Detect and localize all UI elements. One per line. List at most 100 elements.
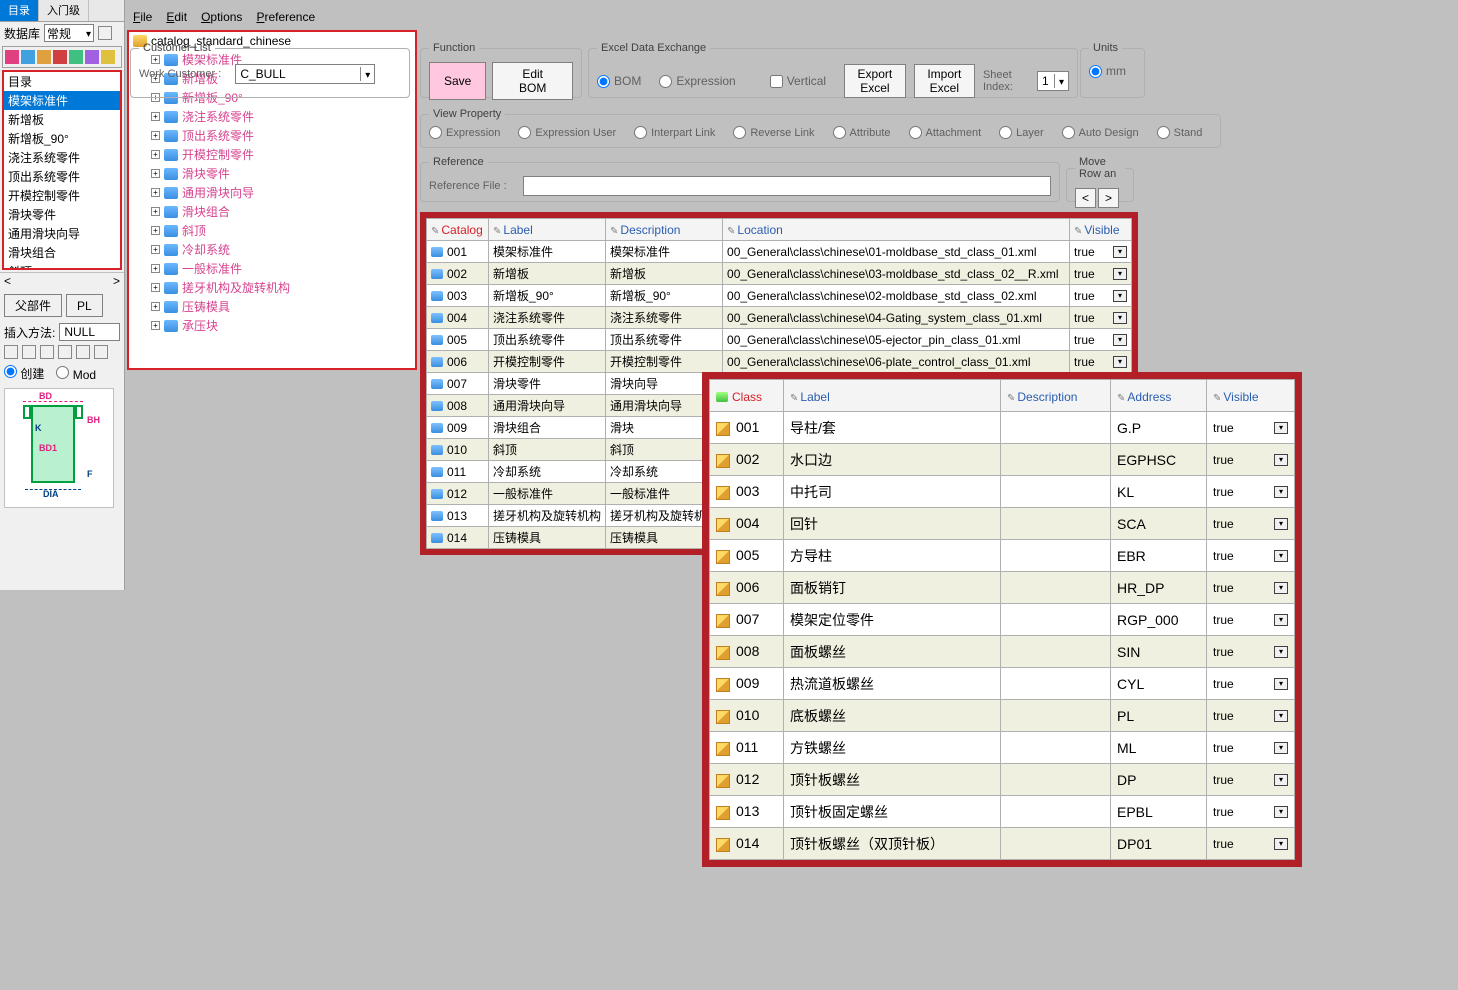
- class-row[interactable]: 004回针SCAtrue▾: [710, 508, 1295, 540]
- expand-icon[interactable]: +: [151, 169, 160, 178]
- list-item[interactable]: 通用滑块向导: [4, 224, 120, 243]
- expand-icon[interactable]: +: [151, 302, 160, 311]
- op-icon-2[interactable]: [22, 345, 36, 359]
- dropdown-icon[interactable]: ▾: [1274, 550, 1288, 562]
- dropdown-icon[interactable]: ▾: [1274, 614, 1288, 626]
- db-new-icon[interactable]: [98, 26, 112, 40]
- col-class-visible[interactable]: ✎Visible: [1207, 380, 1295, 412]
- work-customer-combo[interactable]: C_BULL: [235, 64, 375, 84]
- list-item[interactable]: 模架标准件: [4, 91, 120, 110]
- class-row[interactable]: 005方导柱EBRtrue▾: [710, 540, 1295, 572]
- col-visible[interactable]: ✎Visible: [1070, 219, 1132, 241]
- op-icon-1[interactable]: [4, 345, 18, 359]
- class-row[interactable]: 006面板销钉HR_DPtrue▾: [710, 572, 1295, 604]
- dropdown-icon[interactable]: ▾: [1113, 356, 1127, 368]
- viewprop-expression[interactable]: Expression: [429, 126, 500, 139]
- catalog-row[interactable]: 006开模控制零件开模控制零件00_General\class\chinese\…: [427, 351, 1132, 373]
- viewprop-attachment[interactable]: Attachment: [909, 126, 982, 139]
- op-icon-4[interactable]: [58, 345, 72, 359]
- list-scrollbar[interactable]: <>: [0, 272, 124, 288]
- class-row[interactable]: 001导柱/套G.Ptrue▾: [710, 412, 1295, 444]
- op-icon-5[interactable]: [76, 345, 90, 359]
- radio-expression[interactable]: Expression: [659, 74, 735, 88]
- dropdown-icon[interactable]: ▾: [1274, 678, 1288, 690]
- dropdown-icon[interactable]: ▾: [1274, 838, 1288, 850]
- radio-mm[interactable]: mm: [1089, 64, 1126, 78]
- dropdown-icon[interactable]: ▾: [1274, 454, 1288, 466]
- viewprop-layer[interactable]: Layer: [999, 126, 1044, 139]
- tree-node[interactable]: +滑块零件: [147, 164, 415, 183]
- dropdown-icon[interactable]: ▾: [1113, 246, 1127, 258]
- expand-icon[interactable]: +: [151, 264, 160, 273]
- expand-icon[interactable]: +: [151, 150, 160, 159]
- list-item[interactable]: 浇注系统零件: [4, 148, 120, 167]
- catalog-row[interactable]: 004浇注系统零件浇注系统零件00_General\class\chinese\…: [427, 307, 1132, 329]
- tree-node[interactable]: +开模控制零件: [147, 145, 415, 164]
- col-class-description[interactable]: ✎Description: [1001, 380, 1111, 412]
- class-row[interactable]: 011方铁螺丝MLtrue▾: [710, 732, 1295, 764]
- list-item[interactable]: 新增板: [4, 110, 120, 129]
- expand-icon[interactable]: +: [151, 131, 160, 140]
- tree-node[interactable]: +搓牙机构及旋转机构: [147, 278, 415, 297]
- dropdown-icon[interactable]: ▾: [1274, 710, 1288, 722]
- tree-node[interactable]: +承压块: [147, 316, 415, 335]
- class-row[interactable]: 008面板螺丝SINtrue▾: [710, 636, 1295, 668]
- list-item[interactable]: 开模控制零件: [4, 186, 120, 205]
- class-row[interactable]: 013顶针板固定螺丝EPBLtrue▾: [710, 796, 1295, 828]
- expand-icon[interactable]: +: [151, 321, 160, 330]
- viewprop-reverse-link[interactable]: Reverse Link: [733, 126, 814, 139]
- edit-bom-button[interactable]: Edit BOM: [492, 62, 573, 100]
- tool-icon-1[interactable]: [5, 50, 19, 64]
- class-row[interactable]: 014顶针板螺丝（双顶针板）DP01true▾: [710, 828, 1295, 860]
- list-item[interactable]: 滑块组合: [4, 243, 120, 262]
- list-item[interactable]: 目录: [4, 72, 120, 91]
- class-row[interactable]: 003中托司KLtrue▾: [710, 476, 1295, 508]
- tree-node[interactable]: +斜顶: [147, 221, 415, 240]
- move-prev-button[interactable]: <: [1075, 188, 1096, 208]
- dropdown-icon[interactable]: ▾: [1274, 774, 1288, 786]
- pl-button[interactable]: PL: [66, 294, 103, 317]
- menu-preference[interactable]: Preference: [256, 10, 315, 28]
- catalog-row[interactable]: 002新增板新增板00_General\class\chinese\03-mol…: [427, 263, 1132, 285]
- col-label[interactable]: ✎Label: [489, 219, 606, 241]
- save-button[interactable]: Save: [429, 62, 486, 100]
- col-class-address[interactable]: ✎Address: [1111, 380, 1207, 412]
- tool-icon-5[interactable]: [69, 50, 83, 64]
- viewprop-interpart-link[interactable]: Interpart Link: [634, 126, 715, 139]
- col-catalog[interactable]: ✎Catalog: [427, 219, 489, 241]
- class-row[interactable]: 009热流道板螺丝CYLtrue▾: [710, 668, 1295, 700]
- expand-icon[interactable]: +: [151, 188, 160, 197]
- class-row[interactable]: 012顶针板螺丝DPtrue▾: [710, 764, 1295, 796]
- viewprop-stand[interactable]: Stand: [1157, 126, 1203, 139]
- tree-node[interactable]: +顶出系统零件: [147, 126, 415, 145]
- category-listbox[interactable]: 目录模架标准件新增板新增板_90°浇注系统零件顶出系统零件开模控制零件滑块零件通…: [2, 70, 122, 270]
- tool-icon-6[interactable]: [85, 50, 99, 64]
- tool-icon-4[interactable]: [53, 50, 67, 64]
- col-class[interactable]: Class: [710, 380, 784, 412]
- dropdown-icon[interactable]: ▾: [1274, 646, 1288, 658]
- class-row[interactable]: 007模架定位零件RGP_000true▾: [710, 604, 1295, 636]
- tree-node[interactable]: +冷却系统: [147, 240, 415, 259]
- col-description[interactable]: ✎Description: [606, 219, 723, 241]
- parent-part-button[interactable]: 父部件: [4, 294, 62, 317]
- dropdown-icon[interactable]: ▾: [1113, 290, 1127, 302]
- radio-create[interactable]: 创建: [4, 365, 44, 382]
- menu-options[interactable]: Options: [201, 10, 242, 28]
- menu-edit[interactable]: Edit: [166, 10, 187, 28]
- catalog-row[interactable]: 003新增板_90°新增板_90°00_General\class\chines…: [427, 285, 1132, 307]
- dropdown-icon[interactable]: ▾: [1274, 742, 1288, 754]
- list-item[interactable]: 斜顶: [4, 262, 120, 270]
- dropdown-icon[interactable]: ▾: [1274, 582, 1288, 594]
- sheet-index-combo[interactable]: 1: [1037, 71, 1069, 91]
- check-vertical[interactable]: Vertical: [770, 74, 826, 88]
- dropdown-icon[interactable]: ▾: [1113, 334, 1127, 346]
- viewprop-attribute[interactable]: Attribute: [833, 126, 891, 139]
- tool-icon-3[interactable]: [37, 50, 51, 64]
- reference-file-input[interactable]: [523, 176, 1051, 196]
- db-combo[interactable]: 常规: [44, 24, 94, 42]
- list-item[interactable]: 滑块零件: [4, 205, 120, 224]
- list-item[interactable]: 新增板_90°: [4, 129, 120, 148]
- tab-level[interactable]: 入门级: [39, 0, 89, 21]
- tree-node[interactable]: +一般标准件: [147, 259, 415, 278]
- catalog-row[interactable]: 005顶出系统零件顶出系统零件00_General\class\chinese\…: [427, 329, 1132, 351]
